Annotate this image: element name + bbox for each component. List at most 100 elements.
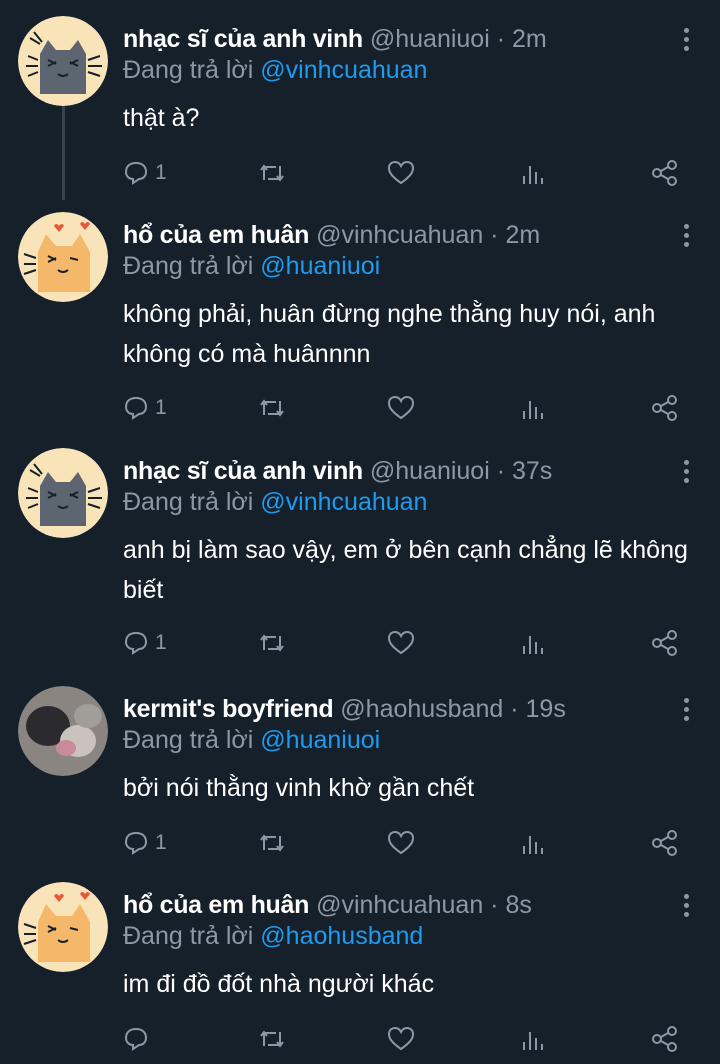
share-icon bbox=[652, 395, 677, 421]
user-handle[interactable]: @haohusband bbox=[340, 695, 503, 723]
display-name[interactable]: nhạc sĩ của anh vinh bbox=[123, 25, 363, 53]
timestamp[interactable]: 2m bbox=[505, 221, 540, 249]
like-icon bbox=[387, 830, 415, 855]
like-icon bbox=[387, 395, 415, 420]
tweet-text: thật à? bbox=[123, 104, 200, 132]
reply-to-handle[interactable]: @haohusband bbox=[260, 922, 423, 950]
share-button[interactable] bbox=[651, 828, 679, 858]
like-button[interactable] bbox=[387, 393, 415, 423]
analytics-button[interactable] bbox=[520, 828, 546, 858]
analytics-icon bbox=[523, 166, 543, 184]
retweet-button[interactable] bbox=[258, 158, 286, 188]
retweet-icon bbox=[260, 1030, 284, 1048]
tweet[interactable]: hổ của em huân @vinhcuahuan · 2m Đang tr… bbox=[0, 196, 720, 436]
analytics-button[interactable] bbox=[520, 393, 546, 423]
action-bar: 1 bbox=[123, 393, 683, 423]
like-button[interactable] bbox=[387, 628, 415, 658]
tweet[interactable]: hổ của em huân @vinhcuahuan · 8s Đang tr… bbox=[0, 866, 720, 1064]
analytics-button[interactable] bbox=[520, 1024, 546, 1054]
reply-to-handle[interactable]: @vinhcuahuan bbox=[260, 488, 427, 516]
action-bar: 1 bbox=[123, 158, 683, 188]
share-button[interactable] bbox=[651, 628, 679, 658]
reply-button[interactable] bbox=[123, 1024, 155, 1054]
display-name[interactable]: kermit's boyfriend bbox=[123, 695, 334, 723]
analytics-button[interactable] bbox=[520, 158, 546, 188]
reply-icon bbox=[124, 1027, 148, 1051]
reply-icon bbox=[124, 396, 148, 420]
reply-count: 1 bbox=[155, 631, 167, 654]
tweet-header: hổ của em huân @vinhcuahuan · 2m bbox=[123, 218, 660, 252]
user-handle[interactable]: @huaniuoi bbox=[370, 25, 490, 53]
like-button[interactable] bbox=[387, 828, 415, 858]
reply-prefix: Đang trả lời bbox=[123, 726, 254, 754]
reply-button[interactable]: 1 bbox=[123, 828, 167, 858]
replying-to: Đang trả lời @huaniuoi bbox=[123, 249, 380, 283]
share-button[interactable] bbox=[651, 393, 679, 423]
tweet-header: nhạc sĩ của anh vinh @huaniuoi · 2m bbox=[123, 22, 660, 56]
retweet-icon bbox=[260, 634, 284, 652]
retweet-button[interactable] bbox=[258, 828, 286, 858]
display-name[interactable]: hổ của em huân bbox=[123, 891, 309, 919]
separator-dot: · bbox=[489, 457, 512, 485]
display-name[interactable]: hổ của em huân bbox=[123, 221, 309, 249]
analytics-button[interactable] bbox=[520, 628, 546, 658]
more-icon[interactable] bbox=[682, 224, 692, 250]
retweet-button[interactable] bbox=[258, 1024, 286, 1054]
tweet-text: anh bị làm sao vậy, em ở bên cạnh chẳng … bbox=[123, 536, 688, 604]
analytics-icon bbox=[523, 636, 543, 654]
timestamp[interactable]: 19s bbox=[526, 695, 566, 723]
replying-to: Đang trả lời @haohusband bbox=[123, 919, 423, 953]
tweet-header: kermit's boyfriend @haohusband · 19s bbox=[123, 692, 660, 726]
timestamp[interactable]: 8s bbox=[505, 891, 531, 919]
separator-dot: · bbox=[483, 891, 506, 919]
display-name[interactable]: nhạc sĩ của anh vinh bbox=[123, 457, 363, 485]
retweet-button[interactable] bbox=[258, 628, 286, 658]
replying-to: Đang trả lời @vinhcuahuan bbox=[123, 485, 427, 519]
reply-to-handle[interactable]: @huaniuoi bbox=[260, 726, 380, 754]
timestamp[interactable]: 2m bbox=[512, 25, 547, 53]
like-button[interactable] bbox=[387, 1024, 415, 1054]
more-icon[interactable] bbox=[682, 460, 692, 486]
avatar[interactable] bbox=[18, 16, 108, 106]
timestamp[interactable]: 37s bbox=[512, 457, 552, 485]
like-icon bbox=[387, 1026, 415, 1051]
user-handle[interactable]: @vinhcuahuan bbox=[316, 221, 483, 249]
separator-dot: · bbox=[483, 221, 506, 249]
reply-prefix: Đang trả lời bbox=[123, 922, 254, 950]
more-icon[interactable] bbox=[682, 894, 692, 920]
analytics-icon bbox=[523, 401, 543, 419]
separator-dot: · bbox=[503, 695, 526, 723]
like-button[interactable] bbox=[387, 158, 415, 188]
tweet[interactable]: nhạc sĩ của anh vinh @huaniuoi · 2m Đang… bbox=[0, 0, 720, 215]
tweet-text: im đi đồ đốt nhà người khác bbox=[123, 970, 435, 998]
share-icon bbox=[652, 1026, 677, 1052]
reply-prefix: Đang trả lời bbox=[123, 252, 254, 280]
reply-button[interactable]: 1 bbox=[123, 393, 167, 423]
tweet[interactable]: nhạc sĩ của anh vinh @huaniuoi · 37s Đan… bbox=[0, 432, 720, 672]
tweet[interactable]: kermit's boyfriend @haohusband · 19s Đan… bbox=[0, 670, 720, 870]
more-icon[interactable] bbox=[682, 28, 692, 54]
avatar[interactable] bbox=[18, 686, 108, 776]
avatar[interactable] bbox=[18, 212, 108, 302]
reply-icon bbox=[124, 631, 148, 655]
avatar[interactable] bbox=[18, 448, 108, 538]
retweet-icon bbox=[260, 164, 284, 182]
analytics-icon bbox=[523, 1032, 543, 1050]
user-handle[interactable]: @vinhcuahuan bbox=[316, 891, 483, 919]
avatar[interactable] bbox=[18, 882, 108, 972]
retweet-button[interactable] bbox=[258, 393, 286, 423]
user-handle[interactable]: @huaniuoi bbox=[370, 457, 490, 485]
reply-to-handle[interactable]: @huaniuoi bbox=[260, 252, 380, 280]
reply-icon bbox=[124, 161, 148, 185]
retweet-icon bbox=[260, 834, 284, 852]
reply-button[interactable]: 1 bbox=[123, 628, 167, 658]
more-icon[interactable] bbox=[682, 698, 692, 724]
share-button[interactable] bbox=[651, 1024, 679, 1054]
share-button[interactable] bbox=[651, 158, 679, 188]
reply-to-handle[interactable]: @vinhcuahuan bbox=[260, 56, 427, 84]
tweet-text: bởi nói thằng vinh khờ gần chết bbox=[123, 774, 475, 802]
reply-count: 1 bbox=[155, 831, 167, 854]
replying-to: Đang trả lời @huaniuoi bbox=[123, 723, 380, 757]
tweet-header: nhạc sĩ của anh vinh @huaniuoi · 37s bbox=[123, 454, 660, 488]
reply-button[interactable]: 1 bbox=[123, 158, 167, 188]
